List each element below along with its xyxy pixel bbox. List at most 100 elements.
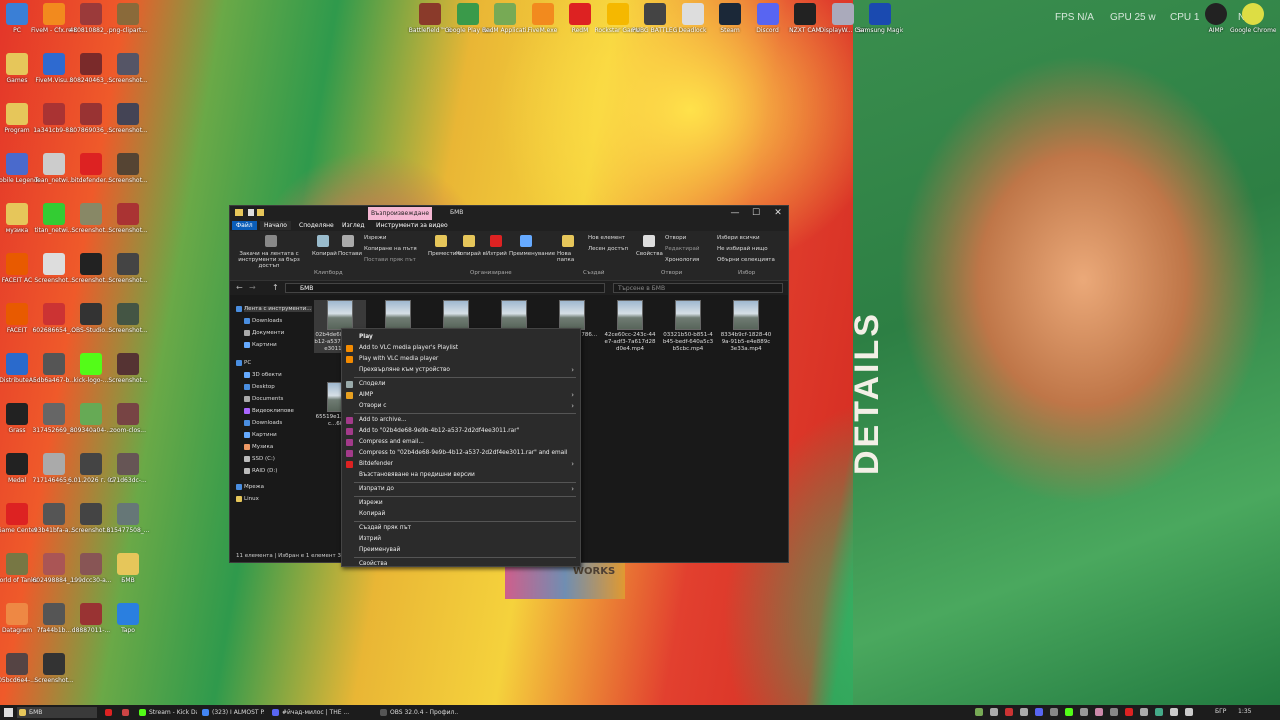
context-menu-item[interactable]: Compress and email...: [342, 437, 580, 448]
nav-item[interactable]: Downloads: [252, 420, 282, 426]
invert-selection-button[interactable]: Обърни селекцията: [717, 257, 775, 263]
context-menu-item[interactable]: Compress to "02b4de68-9e9b-4b12-a537-2d2…: [342, 448, 580, 459]
tray-icon[interactable]: [1095, 708, 1103, 716]
desktop-icon[interactable]: Screenshot...: [105, 100, 151, 148]
cut-button[interactable]: Изрежи: [364, 235, 386, 241]
tray-icon[interactable]: [1005, 708, 1013, 716]
language-indicator[interactable]: БГР: [1215, 708, 1226, 715]
pin-quick-access-button[interactable]: Закачи на лентата с инструменти за бърз …: [233, 251, 305, 269]
tray-icon[interactable]: [1155, 708, 1163, 716]
new-folder-button[interactable]: Нова папка: [557, 251, 577, 263]
paste-shortcut-button[interactable]: Постави пряк път: [364, 257, 416, 263]
forward-icon[interactable]: →: [249, 283, 256, 292]
desktop-icon[interactable]: 815477508_...: [105, 500, 151, 548]
nav-item[interactable]: Картини: [252, 432, 277, 438]
taskbar-button[interactable]: OBS 32.0.4 - Профил...: [378, 707, 458, 718]
quick-folder-icon[interactable]: [257, 209, 264, 216]
nav-item[interactable]: Documents: [252, 396, 283, 402]
tray-icon[interactable]: [1185, 708, 1193, 716]
taskbar-button[interactable]: [120, 707, 134, 718]
taskbar-button[interactable]: БМВ: [17, 707, 97, 718]
tab-video-tools[interactable]: Инструменти за видео: [372, 221, 452, 230]
desktop-icon[interactable]: zoom-clos...: [105, 400, 151, 448]
close-button[interactable]: ✕: [767, 207, 789, 219]
tray-icon[interactable]: [1080, 708, 1088, 716]
file-item[interactable]: 03321b50-b851-4b45-bedf-640a5c3b5cbc.mp4: [662, 300, 714, 353]
desktop-icon[interactable]: Screenshot...: [105, 350, 151, 398]
properties-button[interactable]: Свойства: [636, 251, 663, 257]
tray-icon[interactable]: [1035, 708, 1043, 716]
context-menu-item[interactable]: Възстановяване на предишни версии: [342, 470, 580, 481]
start-button[interactable]: [4, 708, 13, 717]
desktop-icon[interactable]: Screenshot...: [31, 650, 77, 698]
desktop-icon[interactable]: Google Chrome: [1230, 0, 1276, 48]
context-menu-item[interactable]: Преименувай: [342, 545, 580, 556]
tray-icon[interactable]: [1110, 708, 1118, 716]
context-menu-item[interactable]: Add to archive...: [342, 415, 580, 426]
context-menu-item[interactable]: Създай пряк път: [342, 523, 580, 534]
context-menu-item[interactable]: Add to "02b4de68-9e9b-4b12-a537-2d2df4ee…: [342, 426, 580, 437]
desktop-icon[interactable]: Screenshot...: [105, 50, 151, 98]
maximize-button[interactable]: ☐: [745, 207, 767, 219]
tray-icon[interactable]: [1125, 708, 1133, 716]
context-menu-item[interactable]: Свойства: [342, 559, 580, 570]
nav-item[interactable]: Музика: [252, 444, 273, 450]
context-menu-item[interactable]: Play: [342, 332, 580, 343]
context-menu-item[interactable]: Отвори с ›: [342, 401, 580, 412]
desktop-icon[interactable]: Screenshot...: [105, 250, 151, 298]
nav-item[interactable]: 3D обекти: [252, 372, 282, 378]
copy-button[interactable]: Копирай: [312, 251, 337, 257]
nav-item[interactable]: Desktop: [252, 384, 275, 390]
clock[interactable]: 1:35: [1238, 708, 1251, 715]
quick-save-icon[interactable]: [248, 209, 254, 216]
taskbar-button[interactable]: Stream - Kick Dashbo...: [137, 707, 197, 718]
context-menu-item[interactable]: Add to VLC media player's Playlist: [342, 343, 580, 354]
desktop-icon[interactable]: БМВ: [105, 550, 151, 598]
nav-item[interactable]: Мрежа: [244, 484, 264, 490]
tray-icon[interactable]: [1050, 708, 1058, 716]
new-item-button[interactable]: Нов елемент: [588, 235, 625, 241]
taskbar-button[interactable]: (323) I ALMOST PASS...: [200, 707, 264, 718]
nav-item[interactable]: SSD (C:): [252, 456, 275, 462]
nav-item[interactable]: Видеоклипове: [252, 408, 294, 414]
context-menu-item[interactable]: Копирай: [342, 509, 580, 520]
address-input[interactable]: БМВ: [285, 283, 605, 293]
desktop-icon[interactable]: Samsung Magician: [857, 0, 903, 48]
nav-item[interactable]: Картини: [252, 342, 277, 348]
context-menu-item[interactable]: Сподели: [342, 379, 580, 390]
tab-view[interactable]: Изглед: [338, 221, 369, 230]
desktop-icon[interactable]: Tapo: [105, 600, 151, 648]
file-item[interactable]: 8334b9cf-1828-409a-91b5-e4e889c3e33a.mp4: [720, 300, 772, 353]
nav-item[interactable]: Downloads: [252, 318, 282, 324]
up-icon[interactable]: ↑: [272, 283, 279, 292]
tray-icon[interactable]: [1020, 708, 1028, 716]
desktop-icon[interactable]: png-clipart...: [105, 0, 151, 48]
file-item[interactable]: 42ce60cc-243c-44e7-adf3-7a617d28d0e4.mp4: [604, 300, 656, 353]
easy-access-button[interactable]: Лесен достъп: [588, 246, 628, 252]
back-icon[interactable]: ←: [236, 283, 243, 292]
rename-button[interactable]: Преименувание: [509, 251, 555, 257]
ctx-tab-play[interactable]: Възпроизвеждане: [368, 207, 432, 220]
context-menu-item[interactable]: Изрежи: [342, 498, 580, 509]
nav-item[interactable]: Linux: [244, 496, 259, 502]
tray-icon[interactable]: [1140, 708, 1148, 716]
desktop-icon[interactable]: Screenshot...: [105, 150, 151, 198]
edit-button[interactable]: Редактирай: [665, 246, 699, 252]
desktop-icon[interactable]: c71d63dc-...: [105, 450, 151, 498]
copy-path-button[interactable]: Копиране на пътя: [364, 246, 417, 252]
tray-icon[interactable]: [1170, 708, 1178, 716]
context-menu-item[interactable]: Bitdefender ›: [342, 459, 580, 470]
tab-file[interactable]: Файл: [232, 221, 257, 230]
context-menu-item[interactable]: Изпрати до ›: [342, 484, 580, 495]
taskbar-button[interactable]: #йчад-милос | THE ...: [270, 707, 370, 718]
minimize-button[interactable]: —: [724, 207, 746, 219]
copy-to-button[interactable]: Копирай в: [456, 251, 486, 257]
select-none-button[interactable]: Не избирай нищо: [717, 246, 768, 252]
context-menu-item[interactable]: AIMP ›: [342, 390, 580, 401]
search-input[interactable]: Търсене в БМВ: [613, 283, 783, 293]
tray-icon[interactable]: [975, 708, 983, 716]
select-all-button[interactable]: Избери всички: [717, 235, 760, 241]
history-button[interactable]: Хронология: [665, 257, 699, 263]
open-button[interactable]: Отвори: [665, 235, 686, 241]
taskbar-button[interactable]: [103, 707, 117, 718]
